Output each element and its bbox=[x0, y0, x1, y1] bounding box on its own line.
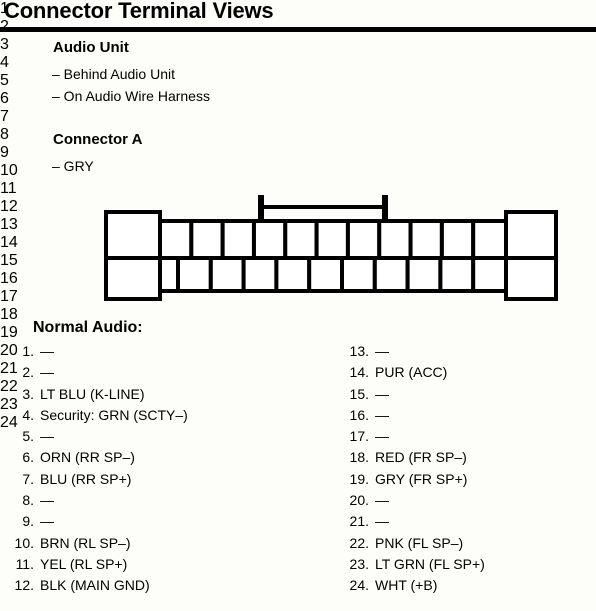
pin-number: 4. bbox=[22, 406, 34, 423]
pin-row: 15. — bbox=[343, 386, 485, 407]
pin-value: — bbox=[40, 343, 54, 359]
pin-row: 8. — bbox=[8, 492, 188, 513]
pin-number: 23. bbox=[349, 555, 369, 572]
connector-pin-3: 3 bbox=[0, 36, 9, 53]
pin-number: 5. bbox=[22, 428, 34, 445]
pin-value: GRY (FR SP+) bbox=[375, 470, 468, 487]
pin-number: 13. bbox=[349, 343, 369, 359]
pin-row: 7. BLU (RR SP+) bbox=[8, 471, 188, 492]
pin-value: RED (FR SP–) bbox=[375, 449, 467, 466]
section-heading-audio-unit: Audio Unit bbox=[53, 39, 129, 56]
pin-number: 7. bbox=[22, 470, 34, 487]
pin-value: LT BLU (K-LINE) bbox=[40, 385, 145, 402]
pin-value: PUR (ACC) bbox=[375, 364, 448, 381]
pin-row: 14. PUR (ACC) bbox=[343, 364, 485, 385]
pin-value: — bbox=[375, 385, 389, 402]
pin-value: Security: GRN (SCTY–) bbox=[40, 406, 188, 423]
connector-a-line-1: – GRY bbox=[52, 158, 94, 174]
pin-row: 19. GRY (FR SP+) bbox=[343, 471, 485, 492]
pin-number: 14. bbox=[349, 364, 369, 381]
pin-number: 1. bbox=[22, 343, 34, 359]
pin-number: 8. bbox=[22, 492, 34, 509]
pin-number: 16. bbox=[349, 406, 369, 423]
pin-row: 1. — bbox=[8, 343, 188, 364]
pin-row: 22. PNK (FL SP–) bbox=[343, 535, 485, 556]
pin-list-column-right: 13. — 14. PUR (ACC) 15. — 16. — 17. — 18. RED (FR S… bbox=[343, 343, 485, 599]
pin-row: 4. Security: GRN (SCTY–) bbox=[8, 407, 188, 428]
pin-value: YEL (RL SP+) bbox=[40, 555, 128, 572]
connector-pin-13: 13 bbox=[0, 216, 18, 233]
pin-value: — bbox=[375, 513, 389, 530]
connector-pin-14: 14 bbox=[0, 234, 18, 251]
pin-row: 23. LT GRN (FL SP+) bbox=[343, 556, 485, 577]
pin-number: 24. bbox=[349, 577, 369, 594]
pin-row: 3. LT BLU (K-LINE) bbox=[8, 386, 188, 407]
pin-row: 6. ORN (RR SP–) bbox=[8, 449, 188, 470]
pin-number: 17. bbox=[349, 428, 369, 445]
pin-value: ORN (RR SP–) bbox=[40, 449, 135, 466]
pin-value: — bbox=[375, 492, 389, 509]
pin-row: 18. RED (FR SP–) bbox=[343, 449, 485, 470]
pin-number: 15. bbox=[349, 385, 369, 402]
pin-value: BLU (RR SP+) bbox=[40, 470, 132, 487]
pin-number: 11. bbox=[15, 555, 34, 572]
pin-number: 20. bbox=[349, 492, 369, 509]
pin-row: 13. — bbox=[343, 343, 485, 364]
pin-number: 6. bbox=[22, 449, 34, 466]
connector-pin-10: 10 bbox=[0, 162, 18, 179]
pin-row: 10. BRN (RL SP–) bbox=[8, 535, 188, 556]
pin-value: — bbox=[375, 343, 389, 359]
pin-value: — bbox=[40, 364, 54, 381]
pin-value: PNK (FL SP–) bbox=[375, 534, 464, 551]
connector-pin-6: 6 bbox=[0, 90, 9, 107]
pin-row: 17. — bbox=[343, 428, 485, 449]
pin-row: 16. — bbox=[343, 407, 485, 428]
connector-pin-15: 15 bbox=[0, 252, 18, 269]
pin-number: 2. bbox=[22, 364, 34, 381]
pin-value: BLK (MAIN GND) bbox=[40, 577, 150, 594]
pin-value: — bbox=[40, 492, 54, 509]
audio-unit-line-2: – On Audio Wire Harness bbox=[52, 88, 210, 104]
connector-pin-5: 5 bbox=[0, 72, 9, 89]
pin-number: 22. bbox=[349, 534, 369, 551]
pin-value: WHT (+B) bbox=[375, 577, 438, 594]
connector-pin-4: 4 bbox=[0, 54, 9, 71]
pin-row: 2. — bbox=[8, 364, 188, 385]
pin-list-heading: Normal Audio: bbox=[33, 319, 143, 336]
pin-value: — bbox=[375, 428, 389, 445]
connector-pin-17: 17 bbox=[0, 288, 18, 305]
pin-value: BRN (RL SP–) bbox=[40, 534, 131, 551]
pin-row: 24. WHT (+B) bbox=[343, 577, 485, 598]
connector-pin-8: 8 bbox=[0, 126, 9, 143]
pin-value: — bbox=[40, 428, 54, 445]
pin-number: 18. bbox=[349, 449, 369, 466]
pin-row: 9. — bbox=[8, 513, 188, 534]
page-title: Connector Terminal Views bbox=[4, 0, 274, 23]
connector-pin-12: 12 bbox=[0, 198, 18, 215]
pin-number: 21. bbox=[349, 513, 369, 530]
pin-value: — bbox=[375, 406, 389, 423]
pin-number: 12. bbox=[14, 577, 34, 594]
pin-number: 19. bbox=[349, 470, 369, 487]
connector-pin-7: 7 bbox=[0, 108, 9, 125]
pin-number: 10. bbox=[14, 534, 34, 551]
pin-row: 5. — bbox=[8, 428, 188, 449]
audio-unit-line-1: – Behind Audio Unit bbox=[52, 66, 175, 82]
connector-pin-9: 9 bbox=[0, 144, 9, 161]
pin-row: 11. YEL (RL SP+) bbox=[8, 556, 188, 577]
pin-row: 21. — bbox=[343, 513, 485, 534]
pin-row: 12. BLK (MAIN GND) bbox=[8, 577, 188, 598]
connector-pin-11: 11 bbox=[0, 180, 17, 197]
pin-value: — bbox=[40, 513, 54, 530]
title-divider bbox=[0, 27, 596, 32]
pin-list-column-left: 1. — 2. — 3. LT BLU (K-LINE) 4. Security: GRN (… bbox=[8, 343, 188, 599]
pin-row: 20. — bbox=[343, 492, 485, 513]
pin-number: 3. bbox=[22, 385, 34, 402]
pin-number: 9. bbox=[22, 513, 34, 530]
section-heading-connector-a: Connector A bbox=[53, 131, 143, 148]
pin-value: LT GRN (FL SP+) bbox=[375, 555, 485, 572]
connector-pin-16: 16 bbox=[0, 270, 18, 287]
